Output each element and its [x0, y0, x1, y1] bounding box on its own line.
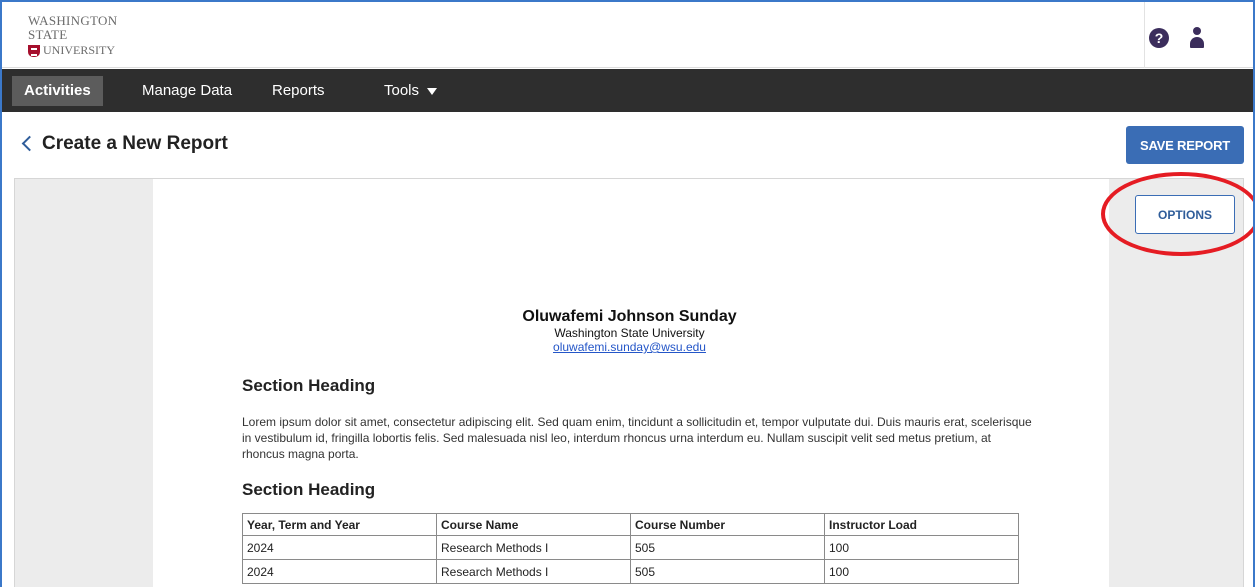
highlight-circle-annotation — [1101, 172, 1253, 256]
courses-table: Year, Term and Year Course Name Course N… — [242, 513, 1019, 584]
top-header: Washington State University ? — [2, 2, 1253, 68]
nav-item-tools[interactable]: Tools — [384, 69, 438, 112]
table-cell: 2024 — [242, 559, 437, 584]
nav-item-tools-label: Tools — [384, 82, 420, 99]
logo-line-1: Washington State — [28, 13, 118, 42]
wsu-logo[interactable]: Washington State University — [28, 13, 158, 57]
table-cell: 2024 — [242, 535, 437, 560]
column-header: Course Name — [436, 513, 631, 536]
table-cell: Research Methods I — [436, 559, 631, 584]
table-header-row: Year, Term and Year Course Name Course N… — [242, 513, 1019, 536]
table-cell: 100 — [824, 535, 1019, 560]
nav-item-activities[interactable]: Activities — [12, 76, 103, 106]
caret-down-icon — [427, 87, 438, 95]
save-report-button[interactable]: SAVE REPORT — [1126, 126, 1244, 164]
column-header: Instructor Load — [824, 513, 1019, 536]
table-cell: 100 — [824, 559, 1019, 584]
user-icon[interactable] — [1187, 27, 1207, 49]
logo-line-2: University — [43, 43, 115, 57]
section-paragraph: Lorem ipsum dolor sit amet, consectetur … — [242, 415, 1032, 461]
cougar-shield-icon — [28, 44, 40, 57]
main-nav: Activities Manage Data Reports Tools — [2, 69, 1253, 112]
nav-item-reports[interactable]: Reports — [272, 69, 325, 112]
column-header: Course Number — [630, 513, 825, 536]
page-title: Create a New Report — [42, 133, 228, 154]
table-cell: 505 — [630, 559, 825, 584]
table-cell: 505 — [630, 535, 825, 560]
report-email-link[interactable]: oluwafemi.sunday@wsu.edu — [2, 340, 1253, 354]
nav-item-manage-data[interactable]: Manage Data — [142, 69, 232, 112]
header-divider — [1144, 2, 1145, 68]
table-cell: Research Methods I — [436, 535, 631, 560]
table-row: 2024 Research Methods I 505 100 — [242, 559, 1019, 584]
app-window: Washington State University ? Activities… — [0, 0, 1255, 587]
section-heading-1: Section Heading — [242, 376, 376, 395]
question-circle-icon[interactable]: ? — [1149, 28, 1169, 48]
report-person-name: Oluwafemi Johnson Sunday — [522, 308, 737, 325]
column-header: Year, Term and Year — [242, 513, 437, 536]
report-institution: Washington State University — [554, 326, 705, 340]
chevron-left-icon[interactable] — [21, 136, 33, 150]
section-heading-2: Section Heading — [242, 480, 376, 499]
table-row: 2024 Research Methods I 505 100 — [242, 535, 1019, 560]
